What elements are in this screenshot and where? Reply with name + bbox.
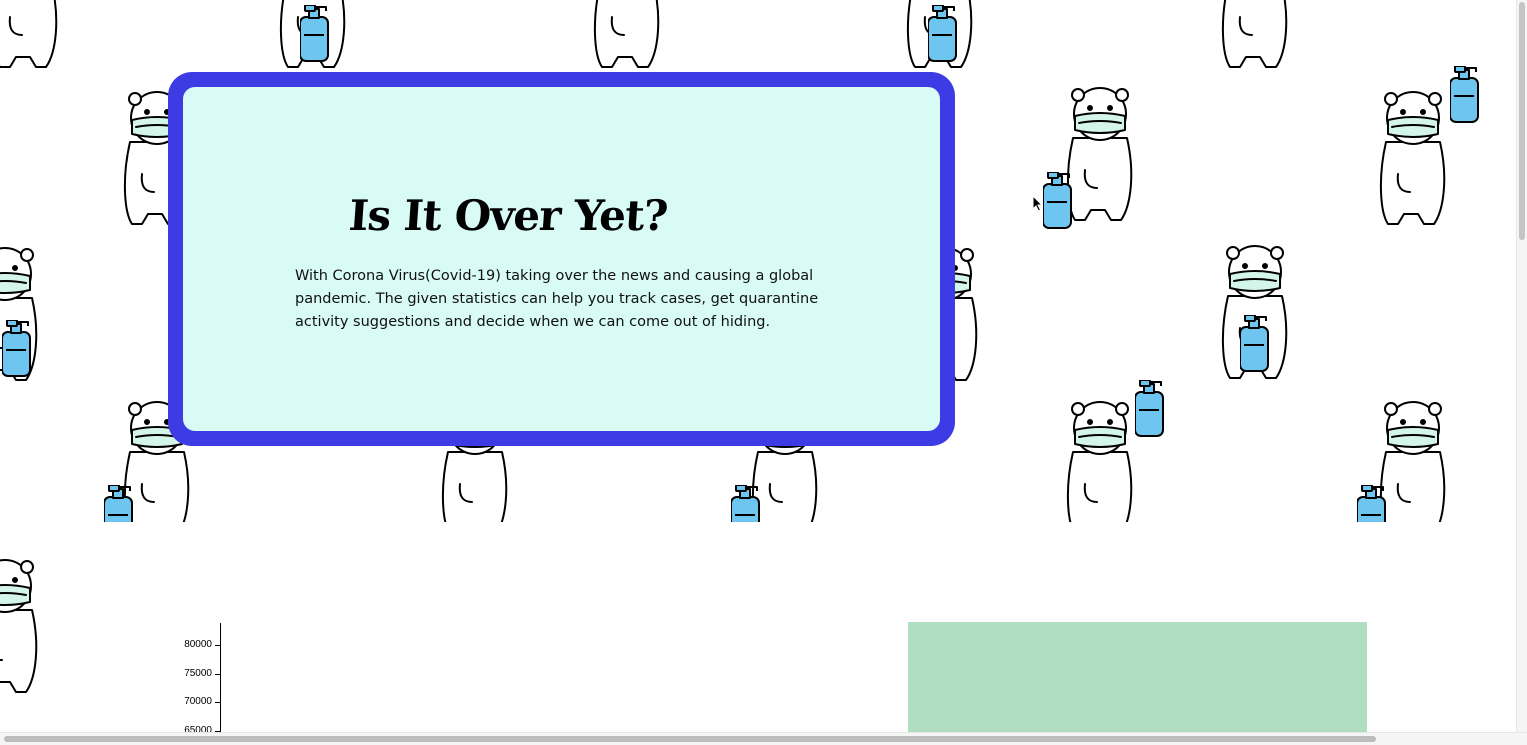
hero-card: Is It Over Yet? With Corona Virus(Covid-… [168,72,955,446]
y-tick-mark [215,674,220,675]
intro-description: With Corona Virus(Covid-19) taking over … [295,268,819,330]
sanitizer-bottle-icon [1135,380,1164,437]
y-tick-label: 75000 [184,668,212,679]
horizontal-scrollbar[interactable] [0,732,1527,745]
sanitizer-bottle-icon [731,485,760,522]
sanitizer-bottle-icon [104,485,133,522]
page-title: Is It Over Yet? [347,191,669,240]
background-pattern-edge [0,522,120,732]
masked-bear-icon [0,0,58,68]
y-tick-label: 70000 [184,696,212,707]
sanitizer-bottle-icon [1450,66,1479,123]
masked-bear-icon [593,0,660,68]
mouse-cursor-icon [1032,195,1044,212]
sanitizer-bottle-icon [2,320,31,377]
sanitizer-bottle-icon [928,5,957,62]
masked-bear-icon [1066,401,1133,522]
y-tick-mark [215,702,220,703]
vertical-scrollbar-thumb[interactable] [1519,2,1525,240]
sanitizer-bottle-icon [300,5,329,62]
masked-bear-icon [1379,91,1446,225]
stats-panel [908,622,1367,732]
y-tick-mark [215,645,220,646]
masked-bear-icon [0,559,38,693]
sanitizer-bottle-icon [1357,485,1386,522]
hero-card-inner: Is It Over Yet? With Corona Virus(Covid-… [183,87,940,431]
y-tick-label: 80000 [184,639,212,650]
masked-bear-icon [1221,0,1288,68]
vertical-scrollbar[interactable] [1516,0,1527,745]
y-axis-line [220,623,221,738]
sanitizer-bottle-icon [1043,172,1072,229]
horizontal-scrollbar-thumb[interactable] [4,736,1376,742]
sanitizer-bottle-icon [1240,315,1269,372]
cases-chart: 80000 75000 70000 65000 [120,618,320,738]
